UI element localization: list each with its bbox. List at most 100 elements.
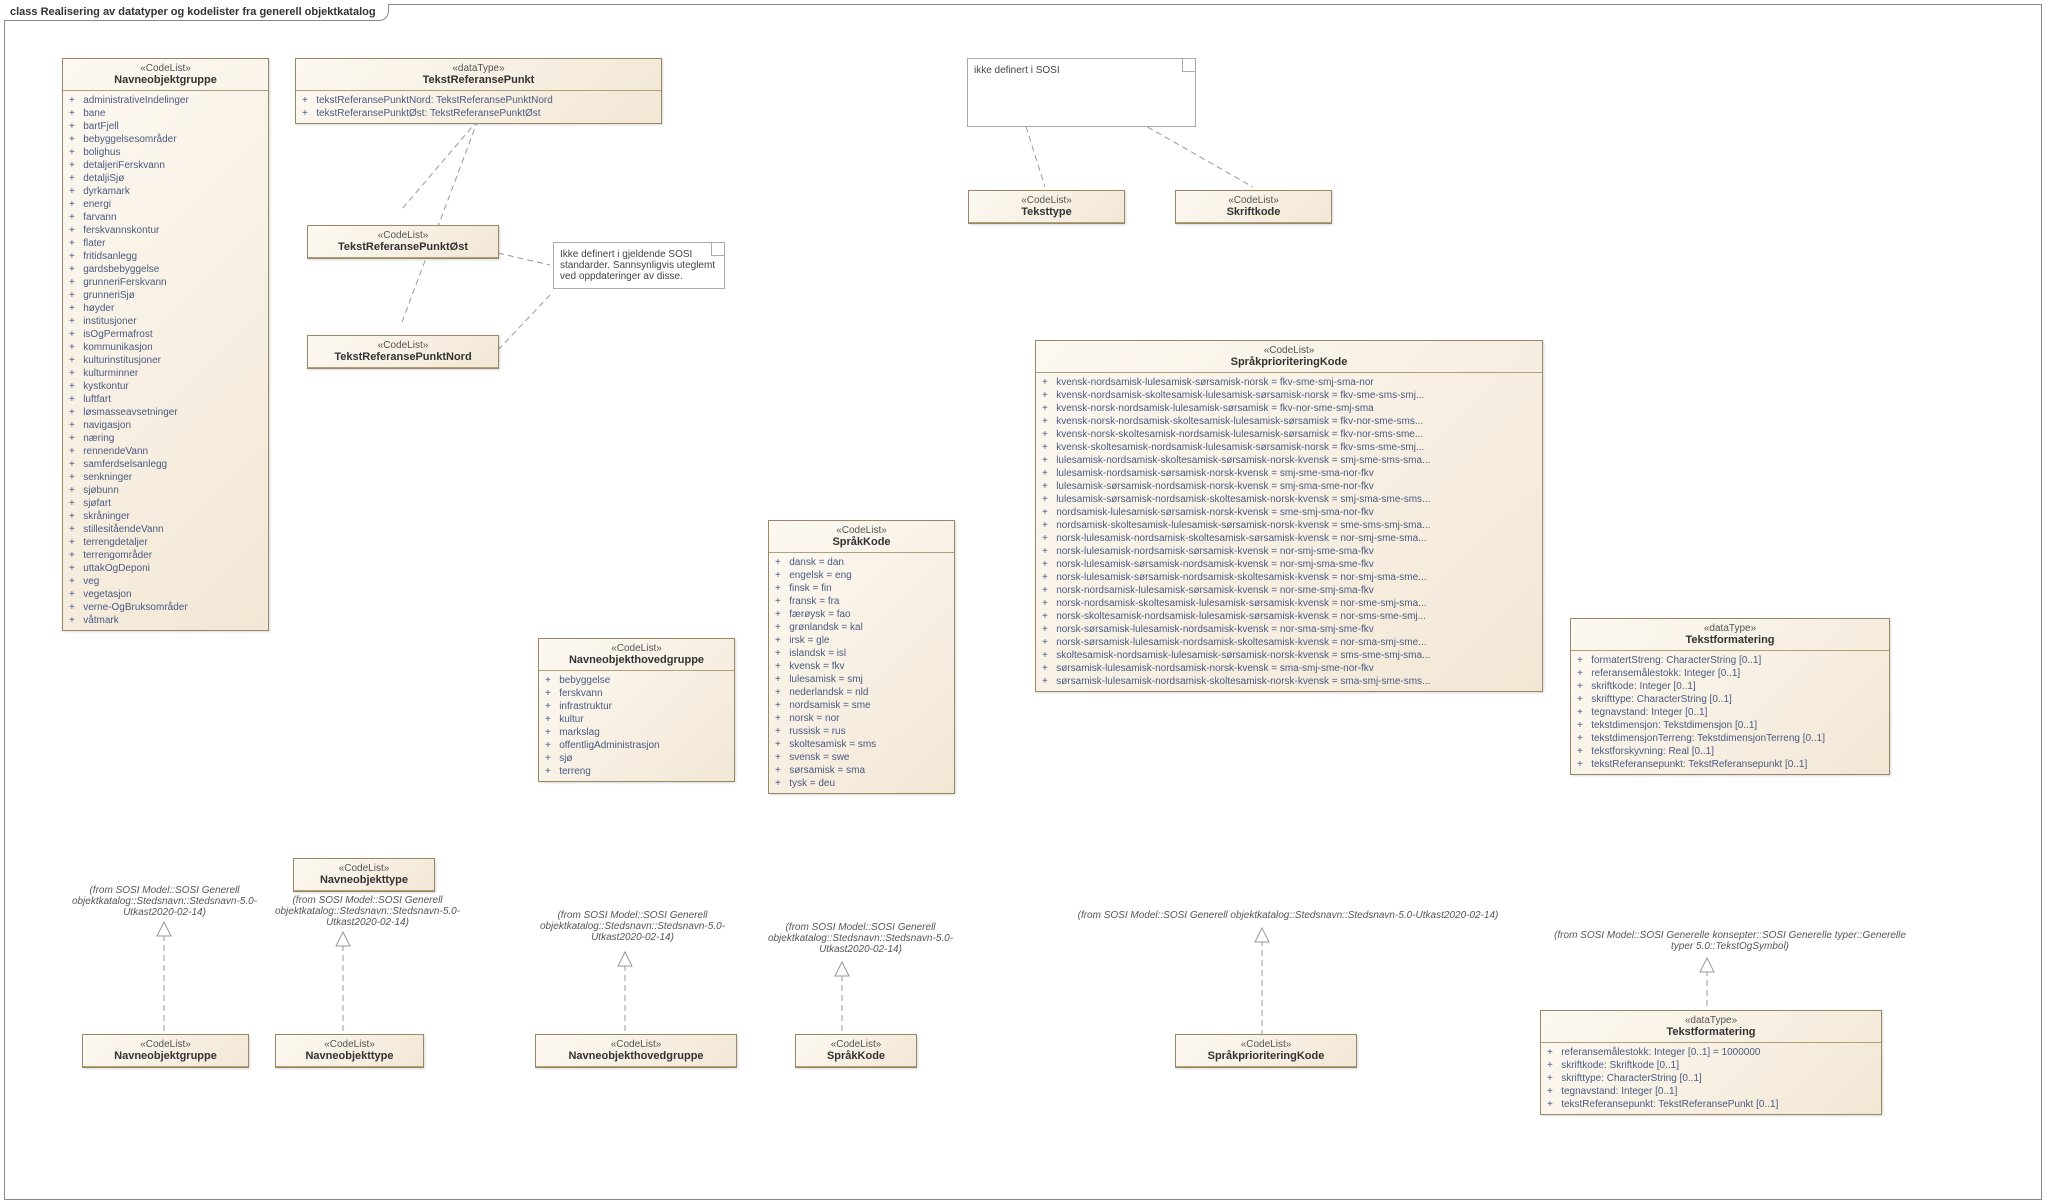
attribute: skoltesamisk-nordsamisk-lulesamisk-sørsa… bbox=[1042, 649, 1536, 662]
attribute: skråninger bbox=[69, 510, 262, 523]
attribute: sjøfart bbox=[69, 497, 262, 510]
attribute: bolighus bbox=[69, 146, 262, 159]
attribute: lulesamisk = smj bbox=[775, 673, 948, 686]
stereotype: «CodeList» bbox=[282, 1039, 417, 1050]
attribute: flater bbox=[69, 237, 262, 250]
attribute: infrastruktur bbox=[545, 700, 728, 713]
attribute: energi bbox=[69, 198, 262, 211]
attribute: høyder bbox=[69, 302, 262, 315]
attribute: tekstReferansepunkt: TekstReferansePunkt… bbox=[1547, 1098, 1875, 1111]
codelist-teksttype: «CodeList»Teksttype bbox=[968, 190, 1125, 224]
class-name: Skriftkode bbox=[1182, 206, 1325, 218]
stereotype: «CodeList» bbox=[802, 1039, 910, 1050]
class-name: SpråkKode bbox=[775, 536, 948, 548]
attribute: norsk-lulesamisk-nordsamisk-sørsamisk-kv… bbox=[1042, 545, 1536, 558]
attribute: sørsamisk-lulesamisk-nordsamisk-norsk-kv… bbox=[1042, 662, 1536, 675]
attribute: tysk = deu bbox=[775, 777, 948, 790]
attribute: kommunikasjon bbox=[69, 341, 262, 354]
note-ikke-definert: ikke definert i SOSI bbox=[967, 58, 1196, 127]
attribute: skrifttype: CharacterString [0..1] bbox=[1577, 693, 1883, 706]
attribute: samferdselsanlegg bbox=[69, 458, 262, 471]
codelist-navneobjekttype-realize: «CodeList»Navneobjekttype bbox=[275, 1034, 424, 1068]
attribute: tegnavstand: Integer [0..1] bbox=[1547, 1085, 1875, 1098]
attribute: formatertStreng: CharacterString [0..1] bbox=[1577, 654, 1883, 667]
class-name: Tekstformatering bbox=[1577, 634, 1883, 646]
attribute: bane bbox=[69, 107, 262, 120]
codelist-navneobjektgruppe: «CodeList»Navneobjektgruppe administrati… bbox=[62, 58, 269, 631]
attribute: lulesamisk-sørsamisk-nordsamisk-skoltesa… bbox=[1042, 493, 1536, 506]
stereotype: «CodeList» bbox=[775, 525, 948, 536]
datatype-tekstformatering-top: «dataType»Tekstformatering formatertStre… bbox=[1570, 618, 1890, 775]
attribute: kvensk-nordsamisk-skoltesamisk-lulesamis… bbox=[1042, 389, 1536, 402]
attribute: tekstforskyvning: Real [0..1] bbox=[1577, 745, 1883, 758]
codelist-tekstreferansepunktnord: «CodeList»TekstReferansePunktNord bbox=[307, 335, 499, 369]
attribute: uttakOgDeponi bbox=[69, 562, 262, 575]
attribute: islandsk = isl bbox=[775, 647, 948, 660]
attribute: offentligAdministrasjon bbox=[545, 739, 728, 752]
attribute: ferskvann bbox=[545, 687, 728, 700]
attribute: dansk = dan bbox=[775, 556, 948, 569]
attribute: institusjoner bbox=[69, 315, 262, 328]
stereotype: «CodeList» bbox=[314, 340, 492, 351]
attribute: detaljeriFerskvann bbox=[69, 159, 262, 172]
codelist-sprakprioriteringkode: «CodeList»SpråkprioriteringKode kvensk-n… bbox=[1035, 340, 1543, 692]
attribute: kystkontur bbox=[69, 380, 262, 393]
stereotype: «CodeList» bbox=[1182, 195, 1325, 206]
codelist-tekstreferansepunktost: «CodeList»TekstReferansePunktØst bbox=[307, 225, 499, 259]
attribute: norsk-skoltesamisk-nordsamisk-lulesamisk… bbox=[1042, 610, 1536, 623]
attribute: kulturinstitusjoner bbox=[69, 354, 262, 367]
class-name: Navneobjektgruppe bbox=[69, 74, 262, 86]
attribute: norsk-nordsamisk-skoltesamisk-lulesamisk… bbox=[1042, 597, 1536, 610]
attribute: bartFjell bbox=[69, 120, 262, 133]
attribute: stillesitåendeVann bbox=[69, 523, 262, 536]
class-name: TekstReferansePunktØst bbox=[314, 241, 492, 253]
class-name: Navneobjektgruppe bbox=[89, 1050, 242, 1062]
attribute: norsk-lulesamisk-sørsamisk-nordsamisk-kv… bbox=[1042, 558, 1536, 571]
attribute: detaljiSjø bbox=[69, 172, 262, 185]
attribute: lulesamisk-sørsamisk-nordsamisk-norsk-kv… bbox=[1042, 480, 1536, 493]
class-name: Navneobjekthovedgruppe bbox=[545, 654, 728, 666]
codelist-sprakkode: «CodeList»SpråkKode dansk = danengelsk =… bbox=[768, 520, 955, 794]
attribute: irsk = gle bbox=[775, 634, 948, 647]
source-caption: (from SOSI Model::SOSI Generell objektka… bbox=[758, 922, 963, 955]
codelist-navneobjekttype: «CodeList»Navneobjekttype bbox=[293, 858, 435, 892]
source-caption: (from SOSI Model::SOSI Generell objektka… bbox=[530, 910, 735, 943]
datatype-tekstreferansepunkt: «dataType»TekstReferansePunkt tekstRefer… bbox=[295, 58, 662, 124]
attribute: dyrkamark bbox=[69, 185, 262, 198]
codelist-navneobjekthovedgruppe-realize: «CodeList»Navneobjekthovedgruppe bbox=[535, 1034, 737, 1068]
class-name: SpråkKode bbox=[802, 1050, 910, 1062]
note-sosi-standarder: Ikke definert i gjeldende SOSI standarde… bbox=[553, 242, 725, 289]
stereotype: «dataType» bbox=[1577, 623, 1883, 634]
attribute: verne-OgBruksområder bbox=[69, 601, 262, 614]
attribute: rennendeVann bbox=[69, 445, 262, 458]
source-caption: (from SOSI Model::SOSI Generell objektka… bbox=[62, 885, 267, 918]
attribute: senkninger bbox=[69, 471, 262, 484]
attribute: grønlandsk = kal bbox=[775, 621, 948, 634]
attribute: ferskvannskontur bbox=[69, 224, 262, 237]
stereotype: «CodeList» bbox=[545, 643, 728, 654]
attribute: skriftkode: Skriftkode [0..1] bbox=[1547, 1059, 1875, 1072]
class-name: SpråkprioriteringKode bbox=[1042, 356, 1536, 368]
attribute: skriftkode: Integer [0..1] bbox=[1577, 680, 1883, 693]
stereotype: «CodeList» bbox=[542, 1039, 730, 1050]
attribute: kvensk-norsk-nordsamisk-skoltesamisk-lul… bbox=[1042, 415, 1536, 428]
attribute: fritidsanlegg bbox=[69, 250, 262, 263]
attribute: finsk = fin bbox=[775, 582, 948, 595]
attribute: sjøbunn bbox=[69, 484, 262, 497]
attribute: norsk = nor bbox=[775, 712, 948, 725]
class-name: Navneobjekthovedgruppe bbox=[542, 1050, 730, 1062]
stereotype: «CodeList» bbox=[975, 195, 1118, 206]
attribute: navigasjon bbox=[69, 419, 262, 432]
attribute: tegnavstand: Integer [0..1] bbox=[1577, 706, 1883, 719]
attribute: kulturminner bbox=[69, 367, 262, 380]
class-name: Tekstformatering bbox=[1547, 1026, 1875, 1038]
attribute: grunneriSjø bbox=[69, 289, 262, 302]
attribute: russisk = rus bbox=[775, 725, 948, 738]
datatype-tekstformatering-bottom: «dataType»Tekstformatering referansemåle… bbox=[1540, 1010, 1882, 1115]
stereotype: «CodeList» bbox=[89, 1039, 242, 1050]
class-name: Navneobjekttype bbox=[300, 874, 428, 886]
stereotype: «dataType» bbox=[1547, 1015, 1875, 1026]
attribute: gardsbebyggelse bbox=[69, 263, 262, 276]
attribute: tekstReferansePunktØst: TekstReferansePu… bbox=[302, 107, 655, 120]
attribute: markslag bbox=[545, 726, 728, 739]
